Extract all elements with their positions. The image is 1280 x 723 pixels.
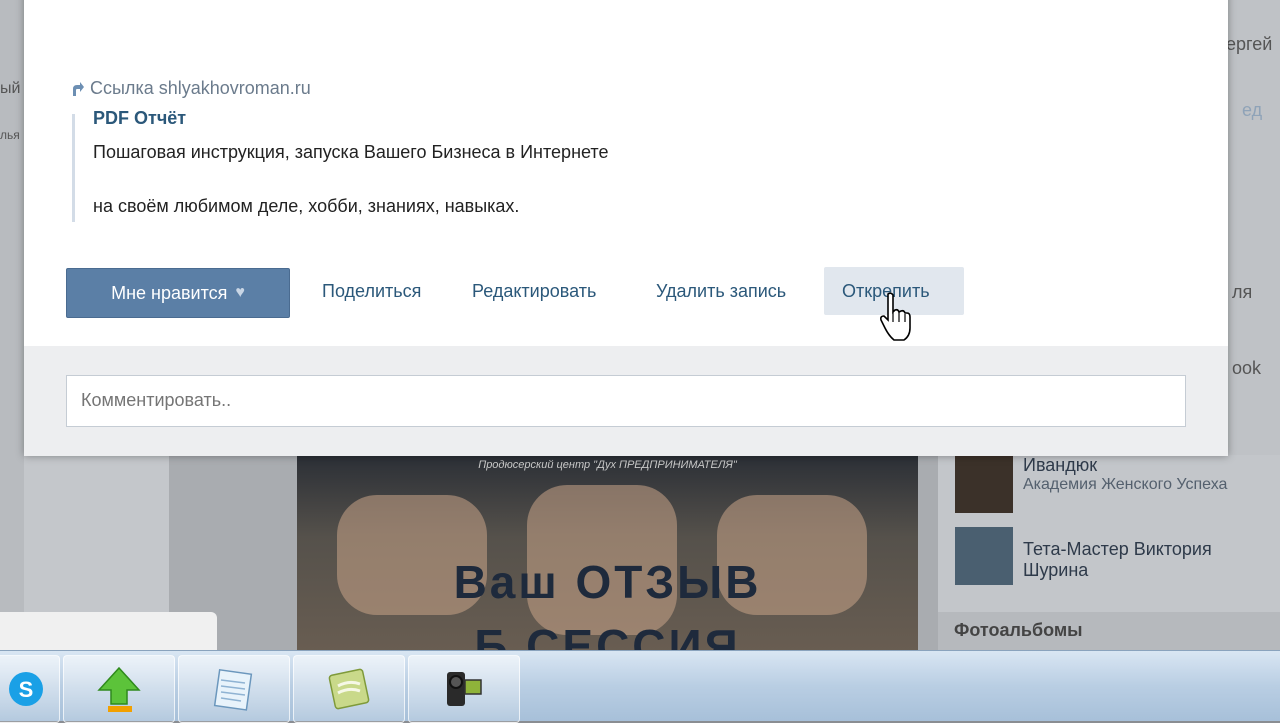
- comment-box[interactable]: [66, 375, 1195, 427]
- edge-text: ook: [1232, 358, 1262, 378]
- share-link[interactable]: Поделиться: [322, 281, 421, 302]
- edge-text: лья: [0, 128, 20, 142]
- edge-text: ля: [1232, 282, 1253, 302]
- post-link[interactable]: Ссылка shlyakhovroman.ru: [70, 78, 311, 99]
- background-right-top: [1228, 0, 1280, 455]
- delete-post-link[interactable]: Удалить запись: [656, 281, 786, 302]
- banner-caption: Продюсерский центр "Дух ПРЕДПРИНИМАТЕЛЯ": [478, 459, 737, 471]
- sidebar-person[interactable]: Тета-Мастер Виктория Шурина: [955, 527, 1212, 585]
- link-label: Ссылка shlyakhovroman.ru: [90, 78, 311, 98]
- background-left-edge: [0, 0, 24, 660]
- notepad-icon: [213, 668, 253, 711]
- person-name: Тета-Мастер Виктория: [1023, 539, 1212, 559]
- like-button[interactable]: Мне нравится ♥: [66, 268, 290, 318]
- upload-icon: [97, 666, 141, 712]
- svg-text:S: S: [19, 677, 34, 702]
- taskbar-document[interactable]: [293, 655, 405, 723]
- heart-icon: ♥: [235, 284, 245, 301]
- section-title: Фотоальбомы: [954, 620, 1083, 640]
- link-arrow-icon: [70, 81, 84, 97]
- attachment-title[interactable]: PDF Отчёт: [93, 108, 186, 129]
- skype-icon: S: [9, 672, 43, 706]
- photo-albums-header[interactable]: Фотоальбомы: [938, 612, 1280, 652]
- document-icon: [328, 668, 370, 710]
- post-modal: Ссылка shlyakhovroman.ru PDF Отчёт Пошаг…: [24, 0, 1228, 456]
- avatar: [955, 455, 1013, 513]
- person-subtitle: Академия Женского Успеха: [1023, 476, 1228, 493]
- avatar: [955, 527, 1013, 585]
- like-label: Мне нравится: [111, 282, 228, 303]
- banner-headline: Ваш ОТЗЫВ: [453, 556, 762, 608]
- taskbar: S: [0, 650, 1280, 723]
- sidebar-person[interactable]: Ивандюк Академия Женского Успеха: [955, 455, 1227, 513]
- attachment-quote: PDF Отчёт Пошаговая инструкция, запуска …: [72, 108, 608, 222]
- comment-input[interactable]: [67, 376, 1195, 424]
- person-subtitle: Шурина: [1023, 560, 1089, 580]
- camera-icon: [447, 672, 482, 706]
- person-name: Ивандюк: [1023, 455, 1098, 475]
- hand-cursor-icon: [880, 292, 911, 341]
- edge-text: ый: [0, 80, 21, 97]
- taskbar-skype[interactable]: S: [0, 655, 60, 723]
- edge-text: ед: [1242, 100, 1263, 120]
- attachment-description: на своём любимом деле, хобби, знаниях, н…: [93, 196, 520, 216]
- taskbar-notepad[interactable]: [178, 655, 290, 723]
- promo-banner[interactable]: Продюсерский центр "Дух ПРЕДПРИНИМАТЕЛЯ"…: [297, 455, 918, 660]
- attachment-description: Пошаговая инструкция, запуска Вашего Биз…: [93, 142, 609, 162]
- edit-link[interactable]: Редактировать: [472, 281, 596, 302]
- taskbar-camera[interactable]: [408, 655, 520, 723]
- edge-text: ергей: [1226, 34, 1273, 54]
- taskbar-upload[interactable]: [63, 655, 175, 723]
